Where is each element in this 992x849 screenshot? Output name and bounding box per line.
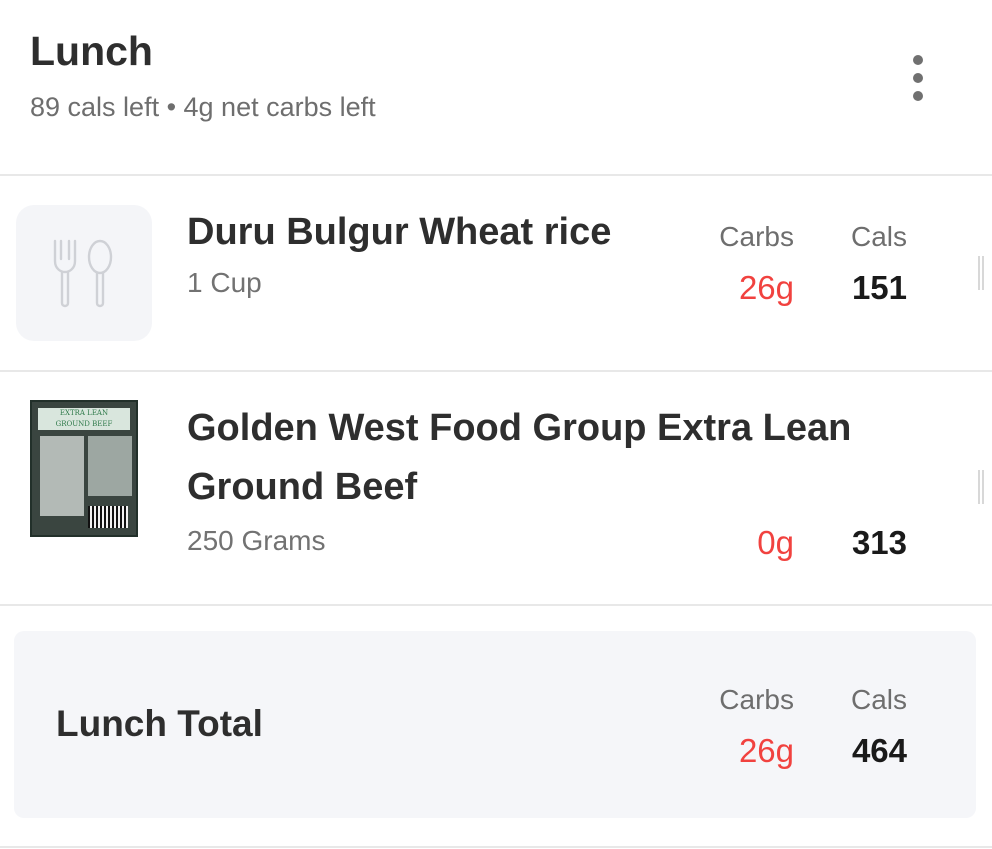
more-vertical-icon	[913, 55, 923, 65]
food-photo: EXTRA LEAN GROUND BEEF	[30, 400, 138, 537]
ingredients-panel	[88, 436, 132, 496]
cals-column-label: Cals	[850, 221, 907, 252]
more-options-button[interactable]	[902, 55, 934, 101]
more-vertical-icon-dot	[913, 73, 923, 83]
food-name-line2: Ground Beef	[187, 466, 418, 508]
food-item-row[interactable]: Duru Bulgur Wheat rice 1 Cup Carbs Cals …	[0, 176, 992, 370]
meal-header: Lunch 89 cals left • 4g net carbs left	[0, 0, 992, 175]
package-label: EXTRA LEAN GROUND BEEF	[38, 408, 130, 430]
meal-summary: 89 cals left • 4g net carbs left	[30, 92, 376, 122]
drag-handle-icon[interactable]	[978, 470, 984, 504]
meal-total-card: Lunch Total Carbs Cals 26g 464	[14, 631, 976, 818]
meal-title: Lunch	[30, 28, 153, 74]
food-quantity: 250 Grams	[187, 525, 326, 556]
food-item-row[interactable]: EXTRA LEAN GROUND BEEF Golden West Food …	[0, 372, 992, 604]
barcode	[88, 506, 128, 528]
drag-handle-icon[interactable]	[978, 256, 984, 290]
food-name-line1: Golden West Food Group Extra Lean	[187, 407, 852, 449]
cals-value: 313	[851, 524, 907, 561]
food-thumbnail	[16, 205, 152, 341]
cals-value: 151	[851, 269, 907, 306]
package-label-line: GROUND BEEF	[55, 420, 113, 428]
more-vertical-icon-dot	[913, 91, 923, 101]
divider	[0, 604, 992, 606]
nutrition-facts-panel	[40, 436, 84, 516]
cals-column-label: Cals	[850, 684, 907, 715]
food-name: Duru Bulgur Wheat rice	[187, 211, 612, 253]
total-cals-value: 464	[851, 732, 907, 769]
meal-total-label: Lunch Total	[56, 703, 263, 744]
package-label-line: EXTRA LEAN	[59, 409, 109, 417]
fork-spoon-icon	[53, 239, 113, 308]
divider	[0, 846, 992, 848]
food-quantity: 1 Cup	[187, 267, 262, 298]
